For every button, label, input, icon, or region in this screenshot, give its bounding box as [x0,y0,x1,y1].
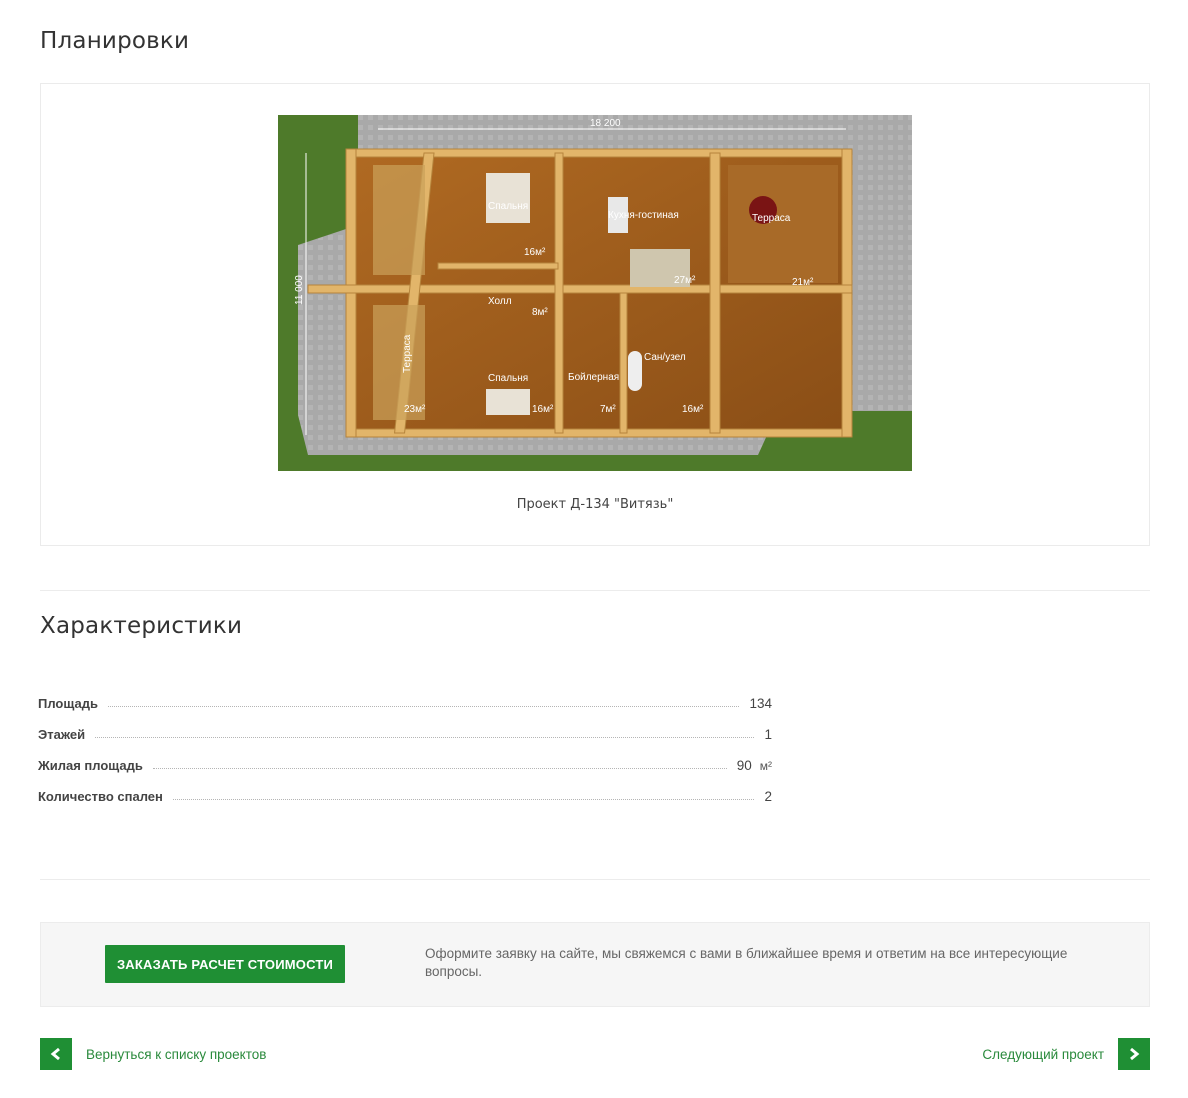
next-link-label[interactable]: Следующий проект [982,1047,1104,1062]
room-5-area: 16м² [532,404,554,415]
room-1-area: 27м² [674,275,696,286]
dotted-leader [172,799,755,800]
prop-name: Этажей [38,727,86,742]
prop-name: Жилая площадь [38,758,143,773]
room-4-name: Терраса [402,334,413,373]
order-description: Оформите заявку на сайте, мы свяжемся с … [425,946,1068,979]
prop-row-living-area: Жилая площадь 90 м² [38,742,772,773]
next-project-link[interactable]: Следующий проект [982,1038,1150,1070]
prop-value: 1 [764,727,772,742]
prop-value: 134 [749,696,772,711]
prop-row-area: Площадь 134 [38,680,772,711]
room-2-area: 21м² [792,277,814,288]
section-divider [40,590,1150,591]
floor-plan-card: 18 200 11 000 Спальня 16м² Кухня-гостина… [40,83,1150,546]
characteristics-heading: Характеристики [40,613,243,639]
dotted-leader [152,768,727,769]
plan-width-label: 18 200 [590,118,621,129]
chevron-right-icon[interactable] [1118,1038,1150,1070]
room-1-name: Кухня-гостиная [608,210,679,221]
order-panel: ЗАКАЗАТЬ РАСЧЕТ СТОИМОСТИ Оформите заявк… [40,922,1150,1007]
plan-height-label: 11 000 [294,275,305,305]
room-0-area: 16м² [524,247,546,258]
room-6-name: Бойлерная [568,372,619,383]
back-link-label[interactable]: Вернуться к списку проектов [86,1047,266,1062]
prop-name: Площадь [38,696,98,711]
prop-row-floors: Этажей 1 [38,711,772,742]
room-3-name: Холл [488,296,512,307]
prop-value: 2 [764,789,772,804]
room-6-area: 7м² [600,404,616,415]
prop-value-number: 90 [736,758,752,773]
chevron-left-icon[interactable] [40,1038,72,1070]
floor-plan-caption: Проект Д-134 "Витязь" [516,497,674,512]
order-cost-button[interactable]: ЗАКАЗАТЬ РАСЧЕТ СТОИМОСТИ [105,945,345,983]
room-4-area: 23м² [404,404,426,415]
characteristics-list: Площадь 134 Этажей 1 Жилая площадь 90 м² … [38,680,772,804]
room-2-name: Терраса [752,213,791,224]
prop-row-bedrooms: Количество спален 2 [38,773,772,804]
dotted-leader [95,737,755,738]
room-7-area: 16м² [682,404,704,415]
room-0-name: Спальня [488,201,528,212]
prop-name: Количество спален [38,789,163,804]
section-divider [40,879,1150,880]
prop-unit: м² [759,759,772,773]
floor-plan-image[interactable]: 18 200 11 000 Спальня 16м² Кухня-гостина… [278,115,912,471]
room-3-area: 8м² [532,307,548,318]
back-to-projects-link[interactable]: Вернуться к списку проектов [40,1038,266,1070]
room-5-name: Спальня [488,373,528,384]
layouts-heading: Планировки [40,28,190,54]
dotted-leader [107,706,740,707]
prop-value: 90 м² [727,758,772,773]
room-7-name: Сан/узел [644,352,686,363]
